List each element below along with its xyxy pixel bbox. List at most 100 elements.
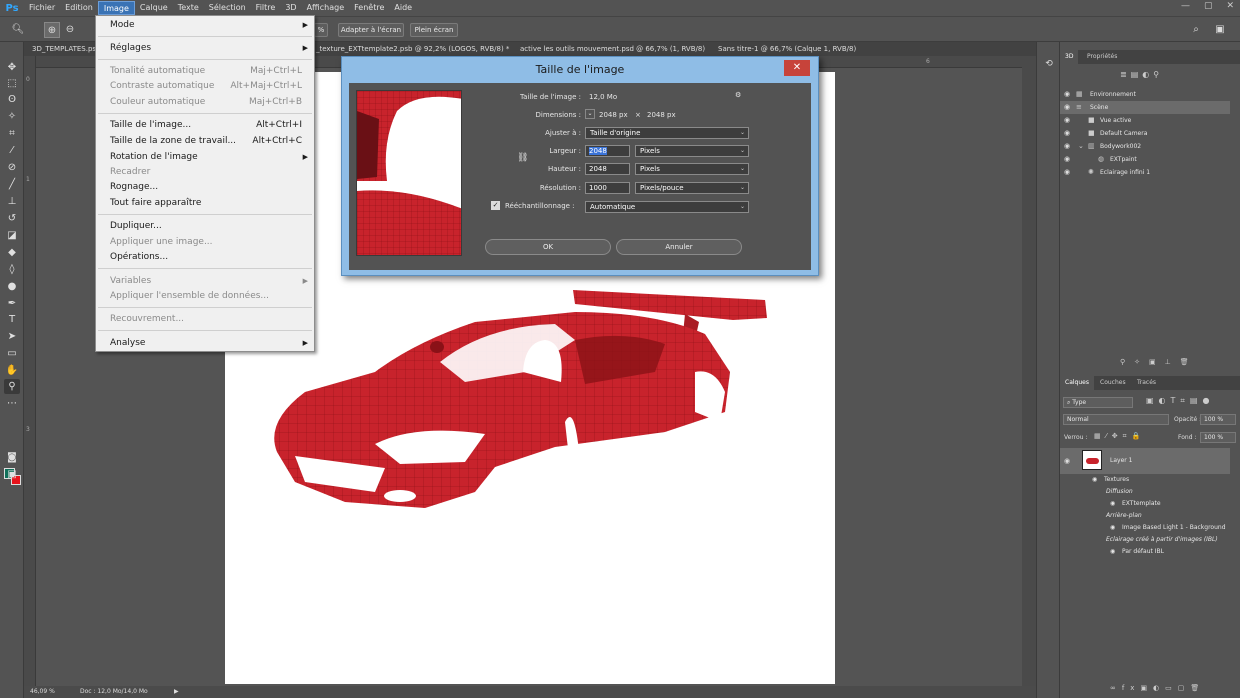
menu-item-tout-faire-apparaitre[interactable]: Tout faire apparaître (96, 196, 314, 211)
menu-item-rognage[interactable]: Rognage... (96, 180, 314, 195)
menu-item-operations[interactable]: Opérations... (96, 250, 314, 265)
tab-sans-titre[interactable]: Sans titre-1 @ 66,7% (Calque 1, RVB/8) (714, 42, 860, 56)
eye-icon[interactable]: ◉ (1064, 101, 1070, 114)
lock-icons[interactable]: ▦⁄✥⌗🔒 (1094, 432, 1145, 441)
3d-filter-icons[interactable]: ≣▤◐⚲ (1120, 70, 1180, 82)
crop-tool-icon[interactable]: ⌗ (4, 126, 20, 141)
menu-texte[interactable]: Texte (173, 1, 204, 15)
zoom-tool-icon[interactable]: ⚲ (4, 379, 20, 394)
blend-mode-select[interactable]: Normal (1063, 414, 1169, 425)
more-tools-icon[interactable]: ⋯ (4, 396, 20, 411)
image-preview[interactable] (356, 90, 462, 256)
eye-icon[interactable]: ◉ (1064, 127, 1070, 140)
tab-texture-template[interactable]: _texture_EXTtemplate2.psb @ 92,2% (LOGOS… (312, 42, 513, 56)
full-screen-button[interactable]: Plein écran (410, 23, 458, 37)
blur-tool-icon[interactable]: ◊ (4, 262, 20, 277)
dimensions-dropdown[interactable]: ⌄ (585, 109, 595, 119)
eye-icon[interactable]: ◉ (1110, 548, 1115, 555)
ok-button[interactable]: OK (485, 239, 611, 255)
eye-icon[interactable]: ◉ (1064, 153, 1070, 166)
scene-row-environnement[interactable]: ◉ ▦ Environnement (1060, 88, 1230, 101)
layer-actions[interactable]: ∞fx▣◐▭▢🗑 (1110, 684, 1238, 692)
scene-row-bodywork[interactable]: ◉ ⌄ ▥ Bodywork002 (1060, 140, 1230, 153)
layer-filter-select[interactable]: ⌕ Type (1063, 397, 1133, 408)
menu-fichier[interactable]: Fichier (24, 1, 60, 15)
zoom-out-icon[interactable]: ⊖ (62, 22, 78, 38)
tab-proprietes[interactable]: Propriétés (1082, 50, 1122, 64)
menu-image[interactable]: Image (97, 1, 135, 15)
tab-couches[interactable]: Couches (1095, 376, 1131, 390)
width-input[interactable]: 2048 (585, 145, 630, 157)
eye-icon[interactable]: ◉ (1064, 114, 1070, 127)
search-icon[interactable]: ⌕ (1188, 22, 1204, 38)
menu-filtre[interactable]: Filtre (251, 1, 281, 15)
zoom-tool-icon[interactable]: 🔍︎ (10, 22, 26, 38)
eye-icon[interactable]: ◉ (1064, 166, 1070, 179)
menu-item-mode[interactable]: Mode ▶ (96, 18, 314, 33)
marquee-tool-icon[interactable]: ⬚ (4, 76, 20, 91)
menu-item-reglages[interactable]: Réglages ▶ (96, 41, 314, 56)
eye-icon[interactable]: ◉ (1110, 500, 1115, 507)
menu-item-taille-zone[interactable]: Taille de la zone de travail... Alt+Ctrl+… (96, 134, 314, 149)
stamp-tool-icon[interactable]: ⊥ (4, 194, 20, 209)
fit-select[interactable]: Taille d'origine ⌄ (585, 127, 749, 139)
zoom-level[interactable]: 46,09 % (30, 688, 55, 695)
menu-item-analyse[interactable]: Analyse ▶ (96, 336, 314, 351)
brush-tool-icon[interactable]: ╱ (4, 177, 20, 192)
eye-icon[interactable]: ◉ (1064, 140, 1070, 153)
layer-filter-icons[interactable]: ▣◐T⌗▤● (1146, 396, 1236, 406)
workspace-icon[interactable]: ▣ (1212, 22, 1228, 38)
scene-row-vue-active[interactable]: ◉ ■ Vue active (1060, 114, 1230, 127)
menu-selection[interactable]: Sélection (204, 1, 251, 15)
settings-gear-icon[interactable]: ⚙ (735, 91, 741, 99)
lasso-tool-icon[interactable]: ʘ (4, 92, 20, 107)
tab-3d[interactable]: 3D (1060, 50, 1079, 64)
layer-row-layer1[interactable]: ◉ Layer 1 (1060, 448, 1230, 474)
history-brush-tool-icon[interactable]: ↺ (4, 211, 20, 226)
tab-outils-mouvement[interactable]: active les outils mouvement.psd @ 66,7% … (516, 42, 709, 56)
close-icon[interactable]: ✕ (1226, 1, 1234, 11)
menu-edition[interactable]: Edition (60, 1, 98, 15)
fit-screen-button[interactable]: Adapter à l'écran (338, 23, 404, 37)
resolution-unit-select[interactable]: Pixels/pouce ⌄ (635, 182, 749, 194)
height-input[interactable]: 2048 (585, 163, 630, 175)
screen-mode-icon[interactable]: ▣ (4, 467, 20, 482)
cancel-button[interactable]: Annuler (616, 239, 742, 255)
menu-3d[interactable]: 3D (280, 1, 301, 15)
tab-traces[interactable]: Tracés (1132, 376, 1161, 390)
healing-tool-icon[interactable]: ⊘ (4, 160, 20, 175)
eye-icon[interactable]: ◉ (1092, 476, 1097, 483)
menu-item-rotation[interactable]: Rotation de l'image ▶ (96, 150, 314, 165)
status-arrow-icon[interactable]: ▶ (174, 688, 179, 695)
move-tool-icon[interactable]: ✥ (4, 60, 20, 75)
pen-tool-icon[interactable]: ✒ (4, 296, 20, 311)
eraser-tool-icon[interactable]: ◪ (4, 228, 20, 243)
tab-3d-templates[interactable]: 3D_TEMPLATES.ps (28, 42, 100, 56)
eyedropper-tool-icon[interactable]: ⁄ (4, 143, 20, 158)
eye-icon[interactable]: ◉ (1064, 88, 1070, 101)
3d-panel-actions[interactable]: ⚲✧▣⊥🗑 (1120, 358, 1230, 368)
resolution-input[interactable]: 1000 (585, 182, 630, 194)
quick-mask-icon[interactable]: ◙ (4, 450, 20, 465)
eye-icon[interactable]: ◉ (1110, 524, 1115, 531)
chevron-down-icon[interactable]: ⌄ (1078, 140, 1084, 153)
zoom-in-icon[interactable]: ⊕ (44, 22, 60, 38)
eye-icon[interactable]: ◉ (1064, 457, 1070, 465)
magic-wand-tool-icon[interactable]: ✧ (4, 109, 20, 124)
vertical-scrollbar[interactable] (1022, 56, 1036, 686)
fill-field[interactable]: 100 % (1200, 432, 1236, 443)
hand-tool-icon[interactable]: ✋ (4, 363, 20, 378)
menu-calque[interactable]: Calque (135, 1, 173, 15)
paint-bucket-tool-icon[interactable]: ◆ (4, 245, 20, 260)
menu-affichage[interactable]: Affichage (302, 1, 350, 15)
resample-checkbox[interactable]: ✓ (491, 201, 500, 210)
menu-item-dupliquer[interactable]: Dupliquer... (96, 219, 314, 234)
dodge-tool-icon[interactable]: ● (4, 279, 20, 294)
menu-item-taille-image[interactable]: Taille de l'image... Alt+Ctrl+I (96, 118, 314, 133)
minimize-icon[interactable]: — (1181, 1, 1190, 11)
menu-fenetre[interactable]: Fenêtre (349, 1, 389, 15)
close-icon[interactable]: ✕ (784, 60, 810, 76)
type-tool-icon[interactable]: T (4, 312, 20, 327)
scene-row-default-camera[interactable]: ◉ ■ Default Camera (1060, 127, 1230, 140)
path-selection-tool-icon[interactable]: ➤ (4, 329, 20, 344)
